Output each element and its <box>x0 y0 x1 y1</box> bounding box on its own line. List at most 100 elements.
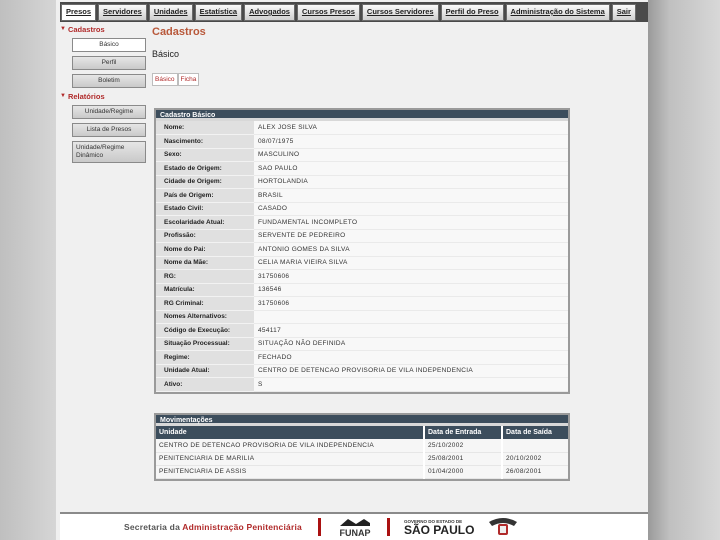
tab-presos[interactable]: Presos <box>61 4 97 21</box>
field-value: FECHADO <box>254 350 568 365</box>
table-row: Estado de Origem: SAO PAULO <box>156 161 568 176</box>
table-row: CENTRO DE DETENCAO PROVISORIA DE VILA IN… <box>156 439 568 453</box>
field-value: BRASIL <box>254 188 568 203</box>
sidebar-item-perfil[interactable]: Perfil <box>72 56 146 70</box>
field-label: Estado de Origem: <box>156 161 254 176</box>
tab-cursos-presos[interactable]: Cursos Presos <box>296 4 360 21</box>
sidebar: ▼ Cadastros Básico Perfil Boletim ▼ Rela… <box>60 24 146 165</box>
field-label: Nome: <box>156 121 254 135</box>
sidebar-item-unidade-regime-dinamico[interactable]: Unidade/Regime Dinâmico <box>72 141 146 163</box>
sidebar-section-cadastros[interactable]: ▼ Cadastros <box>60 24 146 35</box>
field-label: Situação Processual: <box>156 337 254 351</box>
footer-secretaria-accent: Administração Penitenciária <box>182 522 302 532</box>
funap-logo: FUNAP <box>335 517 375 538</box>
table-cell: 20/10/2002 <box>502 452 568 466</box>
divider <box>317 518 321 536</box>
sp-state-name: SÃO PAULO <box>403 522 475 537</box>
field-value: CASADO <box>254 202 568 216</box>
coat-of-arms-icon <box>489 518 518 535</box>
field-value: SERVENTE DE PEDREIRO <box>254 229 568 243</box>
table-cell: CENTRO DE DETENCAO PROVISORIA DE VILA IN… <box>156 439 425 453</box>
field-label: Unidade Atual: <box>156 364 254 378</box>
table-cell: 25/10/2002 <box>424 439 503 453</box>
main-content: Cadastros Básico Básico Ficha <box>152 26 646 86</box>
tab-sair[interactable]: Sair <box>611 4 636 21</box>
field-value: 454117 <box>254 323 568 338</box>
table-row: Nome da Mãe: CELIA MARIA VIEIRA SILVA <box>156 256 568 270</box>
table-row: Nome do Pai: ANTONIO GOMES DA SILVA <box>156 242 568 257</box>
table-row: Nome: ALEX JOSE SILVA <box>156 121 568 135</box>
table-row: País de Origem: BRASIL <box>156 188 568 203</box>
table-row: Estado Civil: CASADO <box>156 202 568 216</box>
field-label: Profissão: <box>156 229 254 243</box>
sidebar-section-label: Relatórios <box>67 92 105 101</box>
table-row: Sexo: MASCULINO <box>156 148 568 162</box>
movimentacoes-table: Unidade Data de Entrada Data de Saída CE… <box>156 426 568 479</box>
table-row: Regime: FECHADO <box>156 350 568 365</box>
table-row: RG Criminal: 31750606 <box>156 296 568 311</box>
field-value: 31750606 <box>254 269 568 284</box>
top-navigation: Presos Servidores Unidades Estatística A… <box>60 2 648 22</box>
sidebar-item-label: Unidade/Regime Dinâmico <box>76 144 125 159</box>
subtabs: Básico Ficha <box>152 73 646 86</box>
sao-paulo-logo: GOVERNO DO ESTADO DE SÃO PAULO <box>404 519 474 536</box>
table-row: Profissão: SERVENTE DE PEDREIRO <box>156 229 568 243</box>
column-header-data-saida: Data de Saída <box>502 426 568 439</box>
field-value: 31750606 <box>254 296 568 311</box>
field-label: País de Origem: <box>156 188 254 203</box>
tab-administracao-do-sistema[interactable]: Administração do Sistema <box>505 4 610 21</box>
field-value: ANTONIO GOMES DA SILVA <box>254 242 568 257</box>
field-label: Nome da Mãe: <box>156 256 254 270</box>
field-value <box>254 310 568 324</box>
cadastro-basico-panel: Cadastro Básico Nome: ALEX JOSE SILVA Nasc… <box>154 108 570 394</box>
triangle-down-icon: ▼ <box>60 93 66 99</box>
field-label: Estado Civil: <box>156 202 254 216</box>
field-label: Matrícula: <box>156 283 254 297</box>
footer: Secretaria da Administração Penitenciári… <box>60 512 648 540</box>
tab-cursos-servidores[interactable]: Cursos Servidores <box>361 4 439 21</box>
field-label: RG Criminal: <box>156 296 254 311</box>
column-header-data-entrada: Data de Entrada <box>424 426 503 439</box>
page-title: Cadastros <box>152 26 206 38</box>
field-label: Cidade de Origem: <box>156 175 254 189</box>
tab-perfil-do-preso[interactable]: Perfil do Preso <box>440 4 504 21</box>
table-row: Ativo: S <box>156 377 568 392</box>
column-header-unidade: Unidade <box>156 426 425 439</box>
right-background <box>648 0 720 540</box>
footer-secretaria: Secretaria da Administração Penitenciári… <box>124 522 302 532</box>
field-value: SITUAÇÃO NÃO DEFINIDA <box>254 337 568 351</box>
field-label: Nome do Pai: <box>156 242 254 257</box>
page-subtitle: Básico <box>152 49 180 59</box>
field-value: FUNDAMENTAL INCOMPLETO <box>254 215 568 230</box>
tab-advogados[interactable]: Advogados <box>244 4 295 21</box>
field-label: Regime: <box>156 350 254 365</box>
table-cell: PENITENCIARIA DE MARILIA <box>156 452 425 466</box>
sidebar-section-label: Cadastros <box>67 25 105 34</box>
table-cell: 25/08/2001 <box>424 452 503 466</box>
sidebar-item-lista-de-presos[interactable]: Lista de Presos <box>72 123 146 137</box>
sidebar-item-basico[interactable]: Básico <box>72 38 146 52</box>
tab-servidores[interactable]: Servidores <box>98 4 147 21</box>
table-row: PENITENCIARIA DE MARILIA 25/08/2001 20/10/… <box>156 452 568 466</box>
subtab-basico[interactable]: Básico <box>152 73 178 86</box>
table-row: Situação Processual: SITUAÇÃO NÃO DEFINID… <box>156 337 568 351</box>
field-value: S <box>254 377 568 392</box>
tab-unidades[interactable]: Unidades <box>148 4 193 21</box>
field-value: CELIA MARIA VIEIRA SILVA <box>254 256 568 270</box>
field-value: 08/07/1975 <box>254 134 568 149</box>
sidebar-section-relatorios[interactable]: ▼ Relatórios <box>60 91 146 102</box>
field-value: ALEX JOSE SILVA <box>254 121 568 135</box>
field-label: Sexo: <box>156 148 254 162</box>
footer-secretaria-prefix: Secretaria da <box>124 522 183 532</box>
subtab-ficha[interactable]: Ficha <box>177 73 200 86</box>
field-value: CENTRO DE DETENCAO PROVISORIA DE VILA IN… <box>254 364 568 378</box>
table-row: Escolaridade Atual: FUNDAMENTAL INCOMPLET… <box>156 215 568 230</box>
field-label: Nomes Alternativos: <box>156 310 254 324</box>
sidebar-item-boletim[interactable]: Boletim <box>72 74 146 88</box>
table-row: Matrícula: 136546 <box>156 283 568 297</box>
table-row: Nascimento: 08/07/1975 <box>156 134 568 149</box>
movimentacoes-panel: Movimentações Unidade Data de Entrada Da… <box>154 413 570 481</box>
sidebar-item-unidade-regime[interactable]: Unidade/Regime <box>72 105 146 119</box>
cadastro-table: Nome: ALEX JOSE SILVA Nascimento: 08/07/197… <box>156 121 568 392</box>
tab-estatistica[interactable]: Estatística <box>194 4 243 21</box>
